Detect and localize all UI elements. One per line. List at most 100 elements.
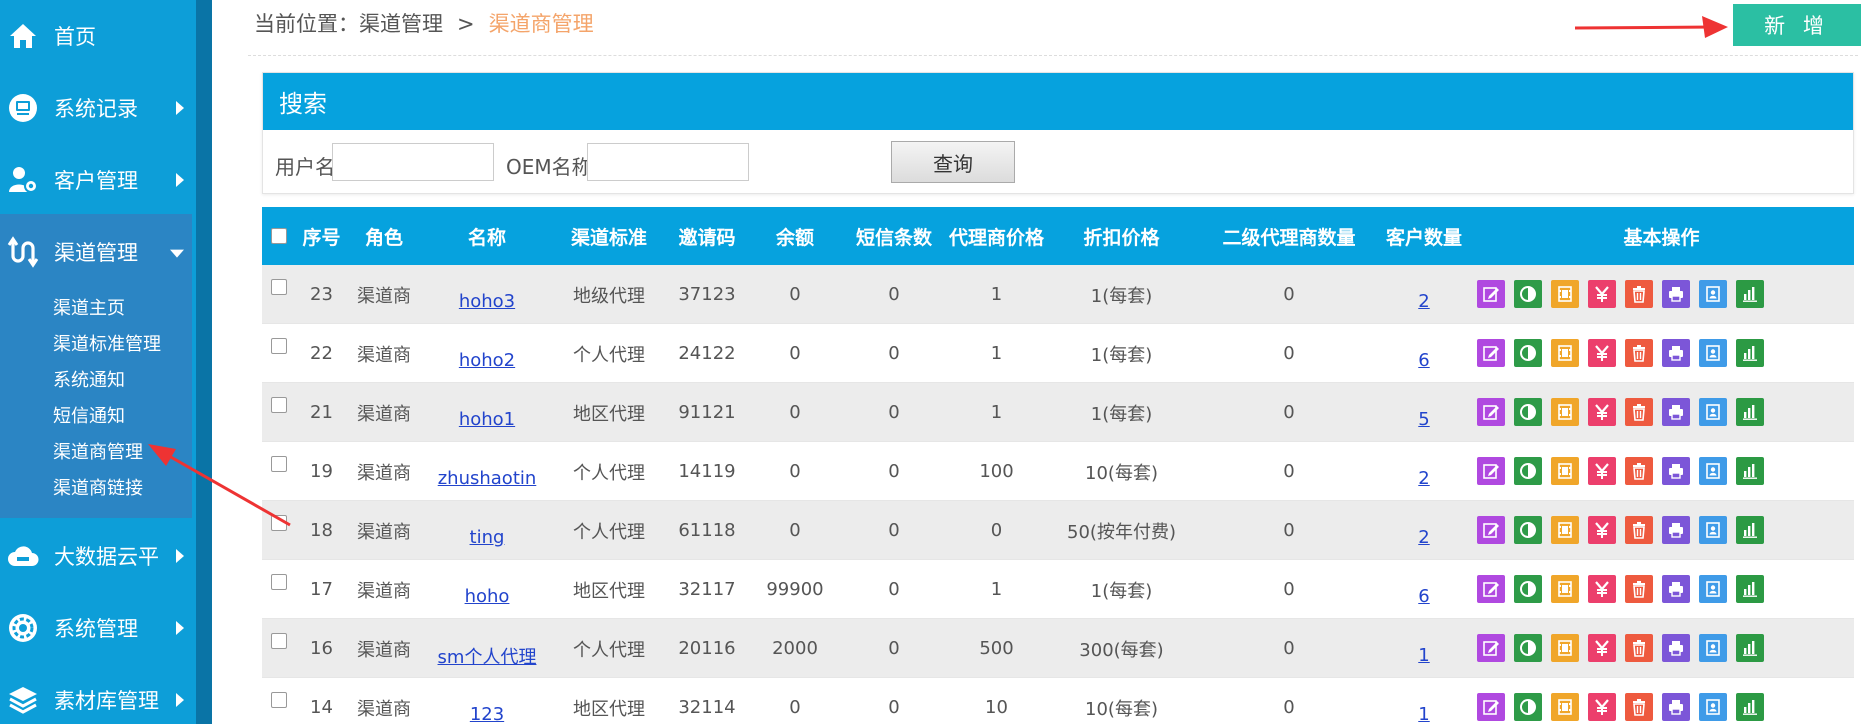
- printer-icon[interactable]: [1662, 575, 1690, 603]
- contact-icon[interactable]: [1699, 516, 1727, 544]
- cell-name[interactable]: hoho2: [419, 324, 555, 383]
- film-icon[interactable]: [1551, 516, 1579, 544]
- contrast-icon[interactable]: [1514, 280, 1542, 308]
- film-icon[interactable]: [1551, 280, 1579, 308]
- row-checkbox[interactable]: [271, 338, 287, 354]
- yen-icon[interactable]: [1588, 634, 1616, 662]
- cell-customers[interactable]: 6: [1379, 560, 1469, 619]
- bar-chart-icon[interactable]: [1736, 339, 1764, 367]
- sidebar-sub-item[interactable]: 渠道商链接: [53, 474, 143, 500]
- trash-icon[interactable]: [1625, 457, 1653, 485]
- bar-chart-icon[interactable]: [1736, 575, 1764, 603]
- bar-chart-icon[interactable]: [1736, 693, 1764, 721]
- contact-icon[interactable]: [1699, 339, 1727, 367]
- nav-customer[interactable]: 客户管理: [0, 144, 196, 216]
- yen-icon[interactable]: [1588, 280, 1616, 308]
- contact-icon[interactable]: [1699, 634, 1727, 662]
- yen-icon[interactable]: [1588, 575, 1616, 603]
- film-icon[interactable]: [1551, 457, 1579, 485]
- cell-name[interactable]: sm个人代理: [419, 619, 555, 678]
- row-checkbox[interactable]: [271, 692, 287, 708]
- trash-icon[interactable]: [1625, 693, 1653, 721]
- row-checkbox[interactable]: [271, 574, 287, 590]
- row-checkbox[interactable]: [271, 279, 287, 295]
- contrast-icon[interactable]: [1514, 634, 1542, 662]
- printer-icon[interactable]: [1662, 280, 1690, 308]
- edit-icon[interactable]: [1477, 516, 1505, 544]
- contrast-icon[interactable]: [1514, 516, 1542, 544]
- username-input[interactable]: [332, 143, 494, 181]
- nav-system-log[interactable]: 系统记录: [0, 72, 196, 144]
- film-icon[interactable]: [1551, 634, 1579, 662]
- film-icon[interactable]: [1551, 339, 1579, 367]
- row-checkbox[interactable]: [271, 515, 287, 531]
- trash-icon[interactable]: [1625, 339, 1653, 367]
- cell-name[interactable]: ting: [419, 501, 555, 560]
- edit-icon[interactable]: [1477, 457, 1505, 485]
- sidebar-sub-item[interactable]: 渠道商管理: [53, 438, 143, 464]
- printer-icon[interactable]: [1662, 516, 1690, 544]
- bar-chart-icon[interactable]: [1736, 516, 1764, 544]
- yen-icon[interactable]: [1588, 516, 1616, 544]
- printer-icon[interactable]: [1662, 398, 1690, 426]
- contact-icon[interactable]: [1699, 280, 1727, 308]
- row-checkbox[interactable]: [271, 456, 287, 472]
- printer-icon[interactable]: [1662, 339, 1690, 367]
- row-checkbox[interactable]: [271, 397, 287, 413]
- nav-bigdata[interactable]: 大数据云平: [0, 520, 196, 592]
- cell-customers[interactable]: 1: [1379, 619, 1469, 678]
- cell-name[interactable]: zhushaotin: [419, 442, 555, 501]
- cell-customers[interactable]: 6: [1379, 324, 1469, 383]
- nav-system-mgmt[interactable]: 系统管理: [0, 592, 196, 664]
- query-button[interactable]: 查询: [891, 141, 1015, 183]
- yen-icon[interactable]: [1588, 693, 1616, 721]
- bar-chart-icon[interactable]: [1736, 634, 1764, 662]
- cell-name[interactable]: hoho: [419, 560, 555, 619]
- sidebar-sub-item[interactable]: 系统通知: [53, 366, 125, 392]
- sidebar-sub-item[interactable]: 短信通知: [53, 402, 125, 428]
- cell-customers[interactable]: 1: [1379, 678, 1469, 724]
- add-button[interactable]: 新 增: [1733, 4, 1861, 46]
- trash-icon[interactable]: [1625, 575, 1653, 603]
- edit-icon[interactable]: [1477, 575, 1505, 603]
- trash-icon[interactable]: [1625, 280, 1653, 308]
- bar-chart-icon[interactable]: [1736, 457, 1764, 485]
- yen-icon[interactable]: [1588, 398, 1616, 426]
- cell-customers[interactable]: 2: [1379, 501, 1469, 560]
- oem-input[interactable]: [587, 143, 749, 181]
- yen-icon[interactable]: [1588, 457, 1616, 485]
- contrast-icon[interactable]: [1514, 398, 1542, 426]
- contrast-icon[interactable]: [1514, 339, 1542, 367]
- edit-icon[interactable]: [1477, 280, 1505, 308]
- bar-chart-icon[interactable]: [1736, 280, 1764, 308]
- yen-icon[interactable]: [1588, 339, 1616, 367]
- film-icon[interactable]: [1551, 398, 1579, 426]
- cell-name[interactable]: 123: [419, 678, 555, 724]
- cell-name[interactable]: hoho3: [419, 265, 555, 324]
- edit-icon[interactable]: [1477, 693, 1505, 721]
- contrast-icon[interactable]: [1514, 693, 1542, 721]
- cell-customers[interactable]: 5: [1379, 383, 1469, 442]
- contrast-icon[interactable]: [1514, 575, 1542, 603]
- edit-icon[interactable]: [1477, 339, 1505, 367]
- trash-icon[interactable]: [1625, 516, 1653, 544]
- trash-icon[interactable]: [1625, 398, 1653, 426]
- row-checkbox[interactable]: [271, 633, 287, 649]
- cell-customers[interactable]: 2: [1379, 265, 1469, 324]
- sidebar-sub-item[interactable]: 渠道主页: [53, 294, 125, 320]
- edit-icon[interactable]: [1477, 398, 1505, 426]
- bar-chart-icon[interactable]: [1736, 398, 1764, 426]
- printer-icon[interactable]: [1662, 693, 1690, 721]
- contact-icon[interactable]: [1699, 693, 1727, 721]
- printer-icon[interactable]: [1662, 457, 1690, 485]
- nav-home[interactable]: 首页: [0, 0, 196, 72]
- contact-icon[interactable]: [1699, 398, 1727, 426]
- contact-icon[interactable]: [1699, 575, 1727, 603]
- trash-icon[interactable]: [1625, 634, 1653, 662]
- cell-customers[interactable]: 2: [1379, 442, 1469, 501]
- cell-name[interactable]: hoho1: [419, 383, 555, 442]
- contrast-icon[interactable]: [1514, 457, 1542, 485]
- printer-icon[interactable]: [1662, 634, 1690, 662]
- film-icon[interactable]: [1551, 575, 1579, 603]
- contact-icon[interactable]: [1699, 457, 1727, 485]
